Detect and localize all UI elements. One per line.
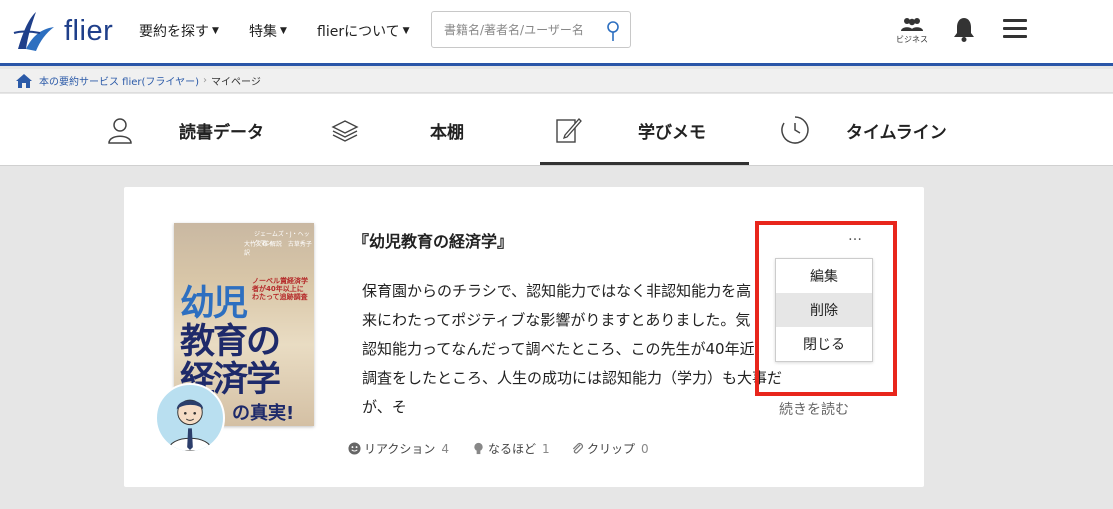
tab-learning-memo[interactable]: 学びメモ — [553, 94, 749, 166]
notebook-pen-icon — [556, 118, 582, 143]
business-label: ビジネス — [896, 35, 928, 44]
memo-line: 来にわたってポジティブな影響がりますとありました。気 — [362, 311, 751, 329]
bell-icon[interactable] — [953, 16, 975, 42]
lightbulb-icon — [474, 442, 483, 455]
breadcrumb: 本の要約サービス flier(フライヤー) › マイページ — [0, 69, 1113, 93]
person-icon — [108, 118, 132, 144]
home-icon[interactable] — [15, 73, 33, 89]
memo-line: 保育園からのチラシで、認知能力ではなく非認知能力を高 — [362, 282, 752, 300]
user-avatar-illustration — [167, 399, 213, 451]
tab-reading-data[interactable]: 読書データ — [105, 94, 305, 166]
paperclip-icon — [572, 442, 584, 454]
search-box — [431, 11, 631, 48]
nav-about[interactable]: flierについて ▼ — [317, 21, 410, 41]
breadcrumb-home-link[interactable]: 本の要約サービス flier(フライヤー) — [39, 73, 199, 88]
smiley-icon — [348, 442, 361, 455]
flier-logo[interactable]: flier — [10, 8, 120, 54]
memo-book-title[interactable]: 『幼児教育の経済学』 — [353, 228, 513, 252]
tab-timeline[interactable]: タイムライン — [780, 94, 980, 166]
clip-button[interactable]: クリップ 0 — [571, 440, 649, 457]
tab-label: 学びメモ — [638, 122, 706, 143]
breadcrumb-current: マイページ — [211, 77, 261, 88]
book-title-line: 幼児 — [180, 283, 248, 324]
people-icon — [901, 18, 923, 31]
read-more-link[interactable]: 続きを読む — [779, 399, 849, 419]
memo-body: 保育園からのチラシで、認知能力ではなく非認知能力を高 来にわたってポジティブな影… — [362, 277, 782, 422]
book-translator: 大竹文雄 解説 古草秀子 訳 — [244, 241, 312, 257]
nav-find-summary[interactable]: 要約を探す ▼ — [139, 21, 219, 41]
active-tab-indicator — [540, 162, 749, 165]
nav-label: 特集 — [249, 24, 277, 40]
clip-count: 0 — [641, 441, 649, 456]
mypage-tabs: 読書データ 本棚 学びメモ タイムライン — [0, 94, 1113, 166]
search-input[interactable] — [444, 21, 594, 39]
memo-line: 調査をしたところ、人生の成功には認知能力（学力）も大事だが、そ — [362, 369, 783, 416]
business-button[interactable]: ビジネス — [892, 16, 932, 46]
book-title: 幼児 教育の 経済学 — [180, 283, 281, 399]
book-title-line: 教育の — [180, 321, 281, 362]
reaction-button[interactable]: リアクション 4 — [348, 440, 449, 457]
nav-label: flierについて — [317, 24, 400, 40]
tab-bookshelf[interactable]: 本棚 — [330, 94, 490, 166]
clip-label: クリップ — [587, 442, 636, 456]
books-icon — [331, 120, 359, 142]
tab-label: タイムライン — [846, 122, 947, 143]
memo-line: 認知能力ってなんだって調べたところ、この先生が40年近 — [362, 340, 755, 358]
site-header: flier 要約を探す▼ 特集▼ flierについて▼ ビジネス — [0, 0, 1113, 66]
reaction-count: 4 — [441, 441, 450, 456]
tab-label: 読書データ — [179, 122, 264, 143]
flier-logo-icon — [13, 12, 54, 51]
nav-features[interactable]: 特集 ▼ — [249, 21, 287, 41]
nav-label: 要約を探す — [139, 24, 209, 40]
clock-icon — [781, 116, 809, 144]
caret-down-icon: ▼ — [402, 26, 410, 36]
highlight-box — [755, 221, 897, 396]
search-icon[interactable] — [606, 20, 620, 42]
hamburger-menu-icon[interactable] — [1003, 19, 1027, 39]
avatar[interactable] — [155, 383, 225, 453]
naruhodo-count: 1 — [542, 441, 550, 456]
naruhodo-button[interactable]: なるほど 1 — [472, 440, 550, 457]
tab-label: 本棚 — [430, 122, 464, 143]
book-bottom-text: の真実! — [232, 403, 295, 424]
chevron-right-icon: › — [203, 75, 208, 86]
caret-down-icon: ▼ — [212, 26, 219, 36]
naruhodo-label: なるほど — [488, 442, 537, 456]
reaction-label: リアクション — [364, 442, 436, 456]
logo-text: flier — [64, 14, 114, 47]
caret-down-icon: ▼ — [280, 26, 287, 36]
